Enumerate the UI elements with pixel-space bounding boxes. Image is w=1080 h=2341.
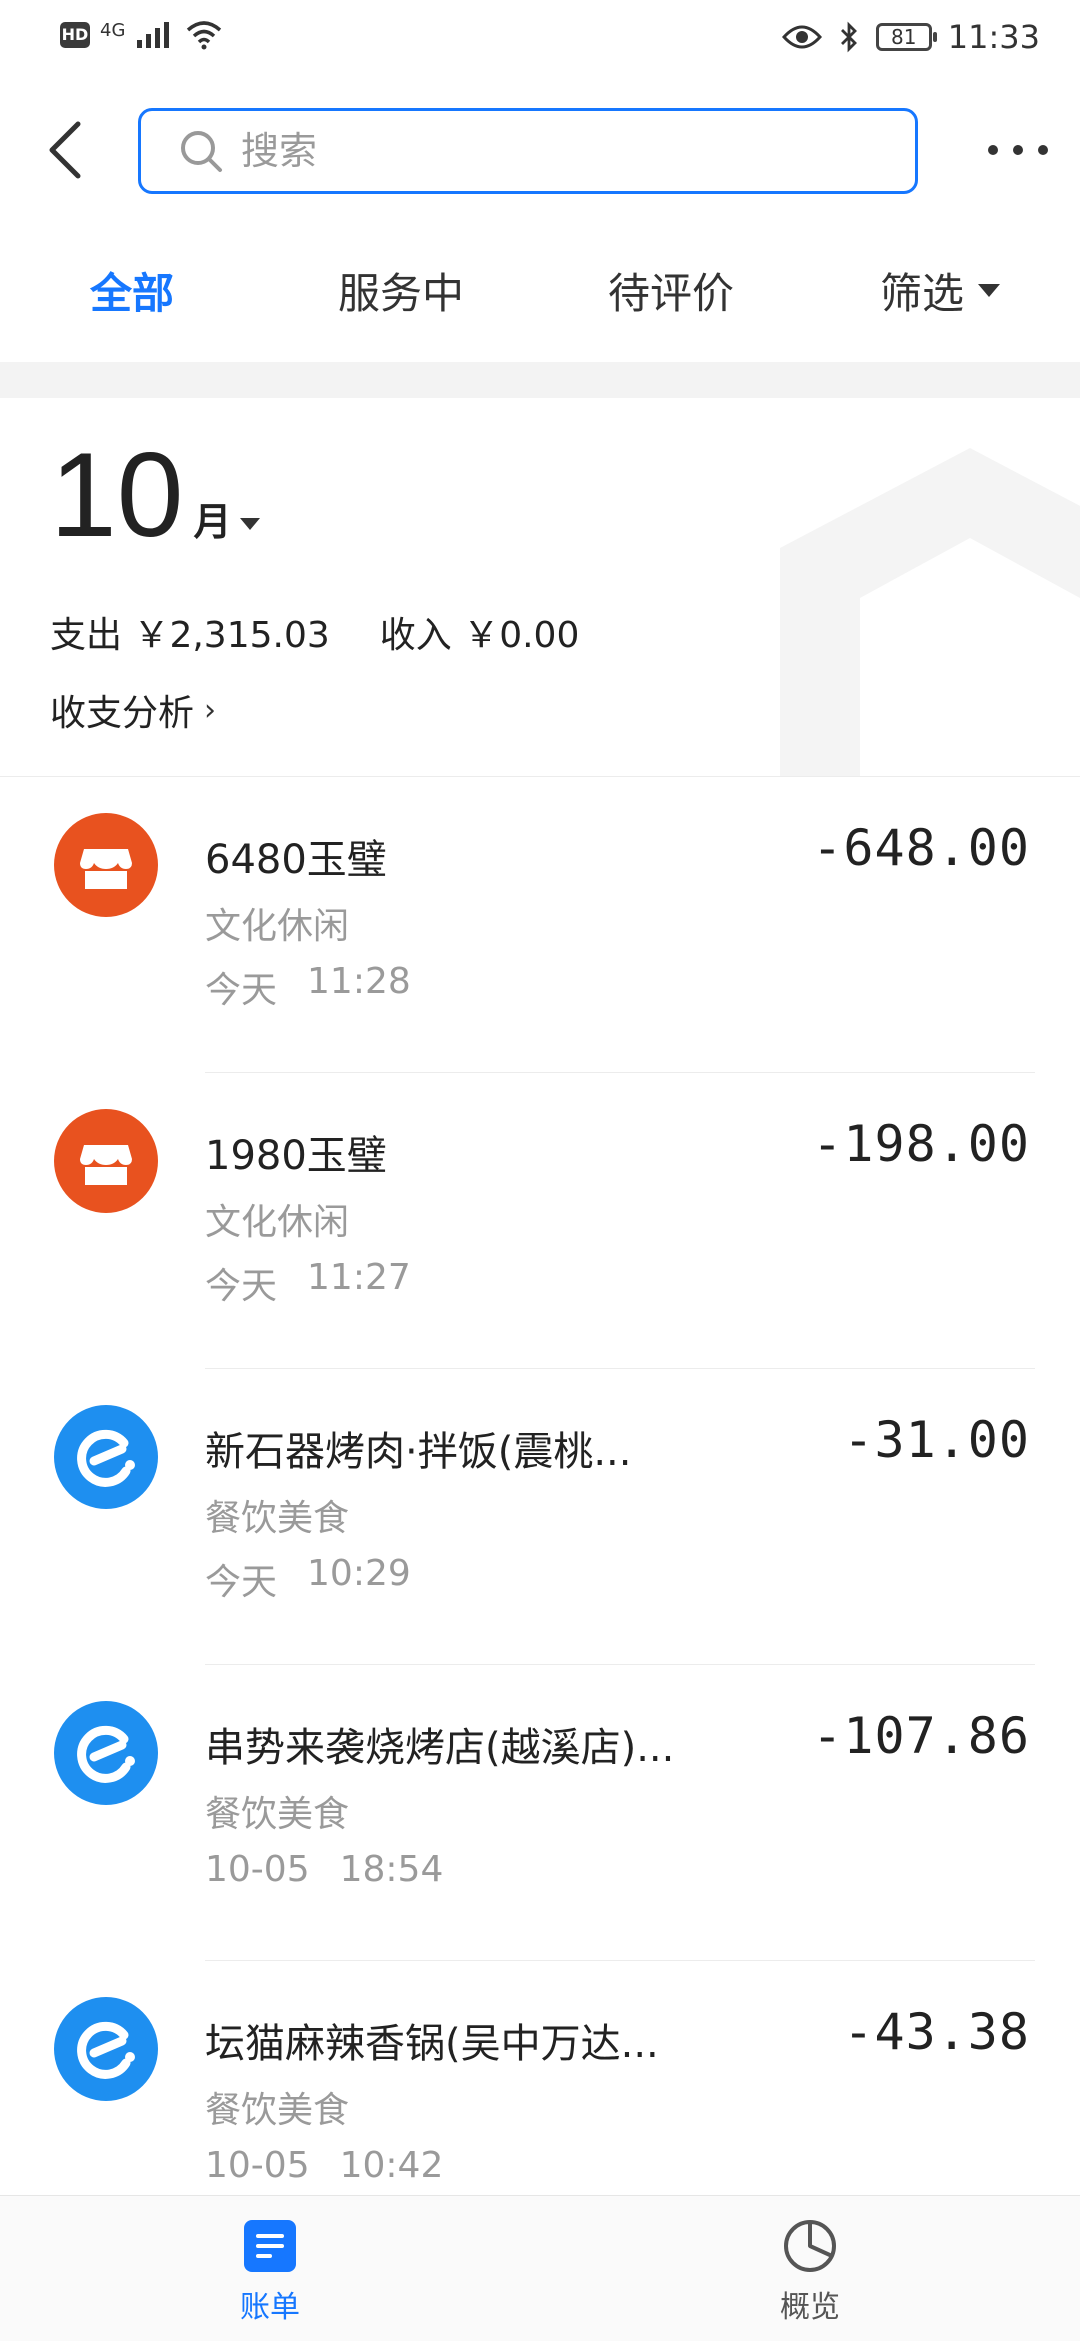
transaction-title: 6480玉璧 <box>205 837 387 883</box>
nav-bill[interactable]: 账单 <box>170 2218 370 2326</box>
transaction-category: 餐饮美食 <box>205 1498 350 1539</box>
tab-bar: 全部 服务中 待评价 筛选 <box>0 250 1080 340</box>
nav-overview-label: 概览 <box>780 2290 840 2325</box>
expense-total: 支出 ￥2,315.03 <box>50 615 330 656</box>
transaction-amount: -31.00 <box>843 1411 1030 1469</box>
status-bar: HD 4G 81 11:33 <box>0 0 1080 80</box>
transaction-day: 今天 <box>205 970 278 1011</box>
tab-all[interactable]: 全部 <box>90 260 174 321</box>
transaction-item[interactable]: 1980玉璧 文化休闲 今天 11:27 -198.00 <box>0 1073 1080 1369</box>
decorative-shield-icon <box>780 448 1080 776</box>
tab-to-review[interactable]: 待评价 <box>608 260 734 321</box>
pie-chart-icon <box>784 2220 836 2272</box>
bottom-navigation: 账单 概览 <box>0 2195 1080 2341</box>
transaction-day: 10-05 <box>205 1849 310 1890</box>
transaction-day: 今天 <box>205 1266 278 1307</box>
more-dot <box>1013 145 1023 155</box>
search-icon <box>181 131 222 172</box>
eleme-icon <box>54 1701 158 1805</box>
transaction-clock: 11:27 <box>307 1257 411 1298</box>
month-selector[interactable]: 10 月 <box>50 428 260 562</box>
analysis-link[interactable]: 收支分析 › <box>50 684 216 736</box>
eye-icon <box>781 25 822 49</box>
shop-icon <box>54 1109 158 1213</box>
back-arrow-icon <box>49 121 81 179</box>
transaction-day: 10-05 <box>205 2145 310 2186</box>
section-divider <box>0 362 1080 398</box>
analysis-label: 收支分析 <box>50 693 195 734</box>
month-totals: 支出 ￥2,315.03 收入 ￥0.00 <box>50 606 579 658</box>
clock: 11:33 <box>947 18 1040 56</box>
nav-overview[interactable]: 概览 <box>710 2218 910 2326</box>
tab-filter-label: 筛选 <box>880 269 965 318</box>
battery-level: 81 <box>891 25 917 49</box>
bill-icon <box>244 2220 296 2272</box>
transaction-clock: 18:54 <box>339 1849 444 1890</box>
transaction-time: 今天 11:28 <box>205 961 411 1013</box>
transaction-amount: -107.86 <box>812 1707 1030 1765</box>
transaction-title: 坛猫麻辣香锅(吴中万达... <box>205 2021 659 2067</box>
battery-icon: 81 <box>875 23 937 51</box>
income-total: 收入 ￥0.00 <box>379 615 580 656</box>
signal-icon <box>137 22 170 48</box>
eleme-icon <box>54 1405 158 1509</box>
transaction-title: 串势来袭烧烤店(越溪店)... <box>205 1725 675 1771</box>
month-number: 10 <box>50 428 184 562</box>
chevron-right-icon: › <box>204 692 217 728</box>
transaction-item[interactable]: 串势来袭烧烤店(越溪店)... 餐饮美食 10-05 18:54 -107.86 <box>0 1665 1080 1961</box>
more-dot <box>988 145 998 155</box>
transaction-time: 今天 10:29 <box>205 1553 411 1605</box>
shop-icon <box>54 813 158 917</box>
transaction-item[interactable]: 新石器烤肉·拌饭(震桃... 餐饮美食 今天 10:29 -31.00 <box>0 1369 1080 1665</box>
transaction-category: 文化休闲 <box>205 906 350 947</box>
status-right: 81 11:33 <box>781 18 1040 56</box>
bluetooth-icon <box>840 21 857 53</box>
transaction-item[interactable]: 坛猫麻辣香锅(吴中万达... 餐饮美食 10-05 10:42 -43.38 <box>0 1961 1080 2195</box>
transaction-amount: -198.00 <box>812 1115 1030 1173</box>
transaction-amount: -648.00 <box>812 819 1030 877</box>
transaction-item[interactable]: 6480玉璧 文化休闲 今天 11:28 -648.00 <box>0 777 1080 1073</box>
caret-down-icon <box>978 284 1001 297</box>
status-left: HD 4G <box>60 20 223 50</box>
more-button[interactable] <box>988 130 1048 170</box>
transaction-time: 10-05 18:54 <box>205 1849 443 1890</box>
transaction-clock: 11:28 <box>307 961 411 1002</box>
tab-filter[interactable]: 筛选 <box>880 260 1001 321</box>
back-button[interactable] <box>38 118 98 182</box>
search-box[interactable] <box>138 108 918 194</box>
month-summary: 10 月 支出 ￥2,315.03 收入 ￥0.00 收支分析 › <box>0 398 1080 776</box>
search-header <box>0 100 1080 200</box>
transaction-amount: -43.38 <box>843 2003 1030 2061</box>
wifi-icon <box>187 21 222 50</box>
more-dot <box>1038 145 1048 155</box>
month-unit: 月 <box>193 500 232 544</box>
transaction-category: 餐饮美食 <box>205 1794 350 1835</box>
hd-badge: HD <box>60 22 90 48</box>
transaction-title: 新石器烤肉·拌饭(震桃... <box>205 1429 632 1475</box>
caret-down-icon <box>239 518 260 530</box>
nav-bill-label: 账单 <box>240 2290 300 2325</box>
search-input[interactable] <box>239 128 843 174</box>
transaction-category: 文化休闲 <box>205 1202 350 1243</box>
transaction-category: 餐饮美食 <box>205 2090 350 2131</box>
transaction-time: 今天 11:27 <box>205 1257 411 1309</box>
transaction-title: 1980玉璧 <box>205 1133 387 1179</box>
transaction-list: 6480玉璧 文化休闲 今天 11:28 -648.00 1980玉璧 文化休闲… <box>0 777 1080 2195</box>
eleme-icon <box>54 1997 158 2101</box>
transaction-clock: 10:29 <box>307 1553 411 1594</box>
tab-in-service[interactable]: 服务中 <box>338 260 464 321</box>
transaction-clock: 10:42 <box>339 2145 444 2186</box>
transaction-day: 今天 <box>205 1562 278 1603</box>
network-type: 4G <box>100 20 126 41</box>
transaction-time: 10-05 10:42 <box>205 2145 443 2186</box>
